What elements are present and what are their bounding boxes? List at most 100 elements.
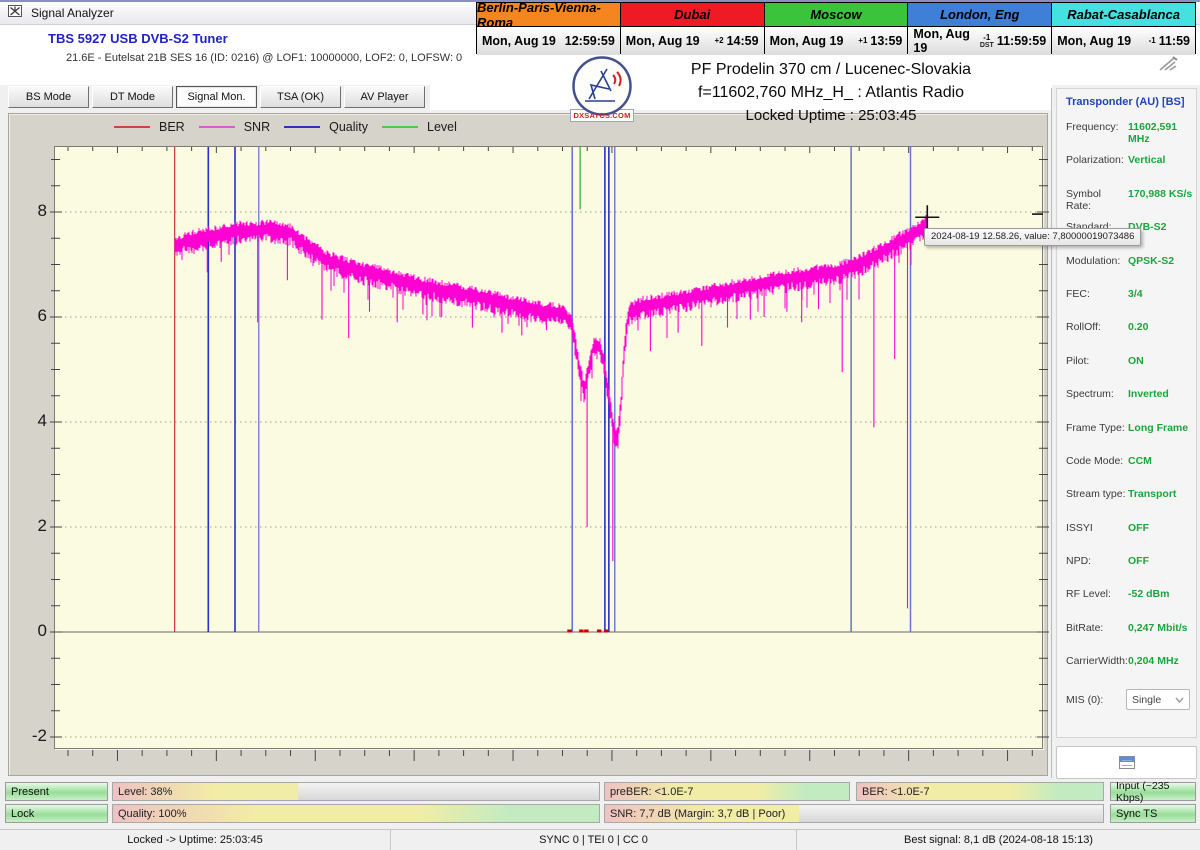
transponder-row-label: Spectrum: [1066,388,1128,400]
mode-tabs: BS ModeDT ModeSignal Mon.TSA (OK)AV Play… [8,86,425,108]
clock-cell-1: DubaiMon, Aug 19+214:59 [621,3,764,55]
transponder-row-label: Frame Type: [1066,422,1128,434]
level-label: Level: 38% [118,783,172,800]
app-icon [8,4,23,23]
transponder-row-label: FEC: [1066,288,1128,300]
clock-hm: 12:59:59 [565,34,615,48]
transponder-panel: Transponder (AU) [BS] Frequency:11602,59… [1056,88,1197,738]
transponder-row-label: ISSYI [1066,522,1128,534]
transponder-row-label: Frequency: [1066,121,1128,133]
legend-label: Quality [329,120,368,134]
world-clocks: Berlin-Paris-Vienna-RomaMon, Aug 1912:59… [476,2,1196,54]
tab-av-player[interactable]: AV Player [344,86,425,108]
transponder-row: FEC:3/4 [1066,288,1196,321]
transponder-row-value: 3/4 [1128,288,1143,300]
legend-label: SNR [244,120,270,134]
clock-hm: 11:59 [1159,34,1190,48]
clock-city-label: Berlin-Paris-Vienna-Roma [477,3,620,27]
transponder-row-label: RF Level: [1066,588,1128,600]
mis-dropdown[interactable]: Single [1126,689,1190,710]
preber-label: preBER: <1.0E-7 [610,783,693,800]
tab-bs-mode[interactable]: BS Mode [8,86,89,108]
transponder-row-label: BitRate: [1066,622,1128,634]
ber-mark [584,630,589,633]
transponder-row: CarrierWidth:0,204 MHz [1066,655,1196,688]
utc-offset-value: +1 [858,37,867,45]
signal-plot[interactable] [54,146,1043,749]
transport-stream-button[interactable] [1056,746,1197,779]
legend-item-snr: SNR [199,120,270,134]
transponder-row: NPD:OFF [1066,555,1196,588]
utc-offset: -1 [1149,37,1156,45]
ber-mark [567,630,572,633]
preber-bar: preBER: <1.0E-7 [604,782,850,801]
clock-time-row: Mon, Aug 1912:59:59 [477,27,620,55]
clock-hm: 11:59:59 [997,34,1046,48]
transponder-row: Symbol Rate:170,988 KS/s [1066,188,1196,221]
dst-label: DST [980,42,994,49]
y-tick-label: 4 [19,411,47,431]
ber-mark [604,630,609,633]
transponder-row: Frequency:11602,591 MHz [1066,121,1196,154]
legend-item-level: Level [382,120,457,134]
present-indicator: Present [5,782,108,801]
y-tick-label: 0 [19,621,47,641]
clock-city-label: Moscow [765,3,908,27]
signal-chart-panel: BERSNRQualityLevel 86420-2 [8,113,1048,776]
y-tick-label: 6 [19,306,47,326]
statusbar-sync: SYNC 0 | TEI 0 | CC 0 [390,830,796,850]
legend-label: Level [427,120,457,134]
utc-offset-value: +2 [714,37,723,45]
clock-hm: 13:59 [870,34,902,48]
transponder-row-label: NPD: [1066,555,1128,567]
clock-date: Mon, Aug 19 [626,34,712,48]
transponder-row-value: Inverted [1128,388,1169,400]
dxsatcs-logo-text: DXSATCS.COM [570,109,634,122]
window-title: Signal Analyzer [31,6,114,20]
y-tick-label: 8 [19,201,47,221]
snr-label: SNR: 7,7 dB (Margin: 3,7 dB | Poor) [610,805,785,822]
transponder-row: ISSYIOFF [1066,522,1196,555]
input-indicator: Input (~235 Kbps) [1110,782,1196,801]
tab-tsa-ok-[interactable]: TSA (OK) [260,86,341,108]
transponder-row: Polarization:Vertical [1066,154,1196,187]
ber-label: BER: <1.0E-7 [862,783,930,800]
transponder-row-label: Stream type: [1066,488,1128,500]
dxsatcs-logo-icon [571,55,633,117]
tab-dt-mode[interactable]: DT Mode [92,86,173,108]
transponder-row-value: Vertical [1128,154,1165,166]
clock-date: Mon, Aug 19 [770,34,856,48]
locked-uptime: Locked Uptime : 25:03:45 [600,107,1062,124]
transponder-row-value: -52 dBm [1128,588,1169,600]
quality-label: Quality: 100% [118,805,186,822]
transponder-row-value: 0,247 Mbit/s [1128,622,1188,634]
transponder-row-value: Long Frame [1128,422,1188,434]
clock-time-row: Mon, Aug 19+113:59 [765,27,908,55]
quality-bar: Quality: 100% [112,804,600,823]
clock-cell-0: Berlin-Paris-Vienna-RomaMon, Aug 1912:59… [477,3,620,55]
transponder-row-value: 11602,591 MHz [1128,121,1196,145]
mis-selected-value: Single [1132,694,1161,706]
tab-signal-mon-[interactable]: Signal Mon. [176,86,257,108]
legend-swatch [199,126,235,128]
legend-item-ber: BER [114,120,185,134]
transponder-row: Frame Type:Long Frame [1066,422,1196,455]
statusbar-best-signal: Best signal: 8,1 dB (2024-08-18 15:13) [796,830,1200,850]
clock-cell-3: London, EngMon, Aug 19-1DST11:59:59 [908,3,1051,55]
transponder-row-value: OFF [1128,555,1149,567]
antenna-grip-icon [1156,54,1180,77]
clock-date: Mon, Aug 19 [1057,34,1145,48]
stream-icon [1119,756,1135,769]
transponder-row-label: Code Mode: [1066,455,1128,467]
transponder-rows: Frequency:11602,591 MHzPolarization:Vert… [1057,108,1196,689]
transponder-row-value: CCM [1128,455,1152,467]
tuner-name: TBS 5927 USB DVB-S2 Tuner [48,31,228,46]
legend-label: BER [159,120,185,134]
transponder-row: Spectrum:Inverted [1066,388,1196,421]
clock-date: Mon, Aug 19 [482,34,565,48]
tuner-details: 21.6E - Eutelsat 21B SES 16 (ID: 0216) @… [66,52,462,64]
sync-ts-indicator: Sync TS [1110,804,1196,823]
legend-item-quality: Quality [284,120,368,134]
transponder-row-label: CarrierWidth: [1066,655,1128,667]
panel-splitter[interactable] [1051,88,1052,778]
